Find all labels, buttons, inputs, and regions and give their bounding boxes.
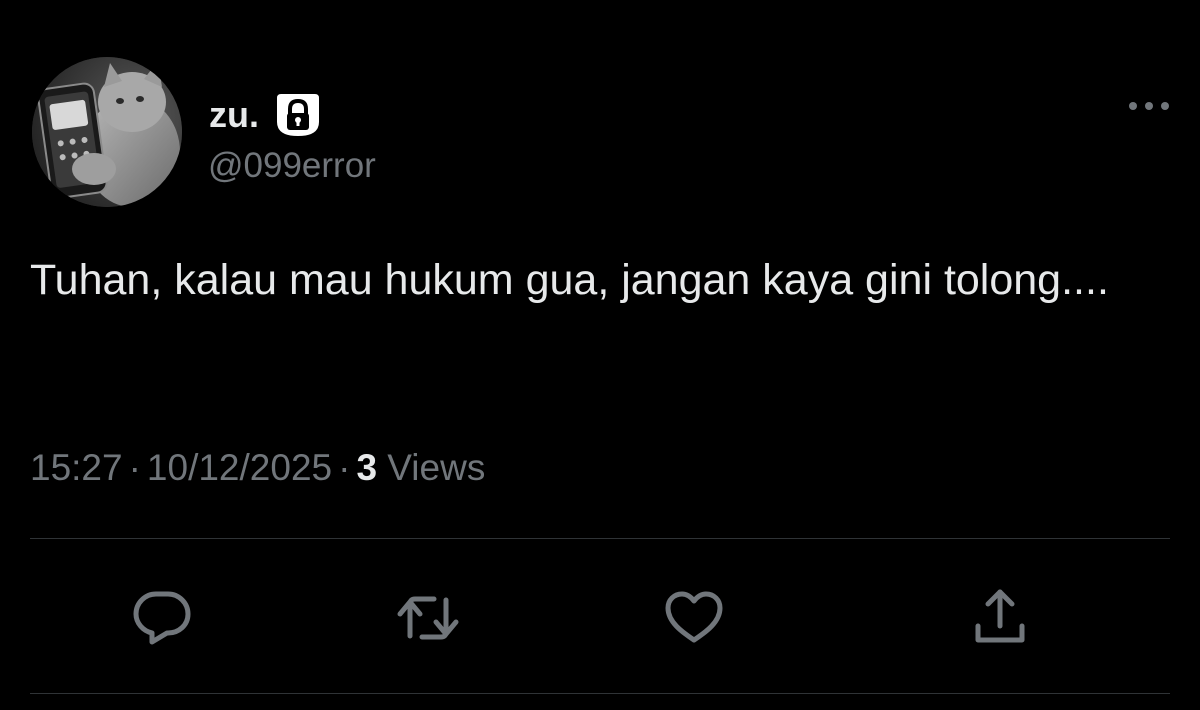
reply-button[interactable] <box>124 580 200 656</box>
separator: · <box>338 447 351 488</box>
share-icon <box>975 589 1025 643</box>
tweet-date[interactable]: 10/12/2025 <box>147 447 332 488</box>
avatar[interactable] <box>32 57 182 207</box>
divider <box>30 693 1170 694</box>
display-name[interactable]: zu. <box>209 95 259 135</box>
avatar-image <box>32 57 182 207</box>
tweet-time[interactable]: 15:27 <box>30 447 123 488</box>
user-handle[interactable]: @099error <box>208 146 376 186</box>
separator: · <box>128 447 141 488</box>
tweet-metadata: 15:27 · 10/12/2025 · 3 Views <box>30 446 485 490</box>
user-name-row: zu. <box>209 92 321 138</box>
lock-icon <box>275 92 321 138</box>
retweet-button[interactable] <box>390 580 466 656</box>
views-count[interactable]: 3 <box>356 447 377 488</box>
heart-icon <box>665 591 723 643</box>
tweet-text: Tuhan, kalau mau hukum gua, jangan kaya … <box>30 256 1109 304</box>
reply-icon <box>133 591 191 645</box>
more-horizontal-icon[interactable] <box>1126 96 1172 116</box>
divider <box>30 538 1170 539</box>
retweet-icon <box>397 596 459 640</box>
like-button[interactable] <box>656 580 732 656</box>
share-button[interactable] <box>962 580 1038 656</box>
views-label[interactable]: Views <box>387 447 485 488</box>
